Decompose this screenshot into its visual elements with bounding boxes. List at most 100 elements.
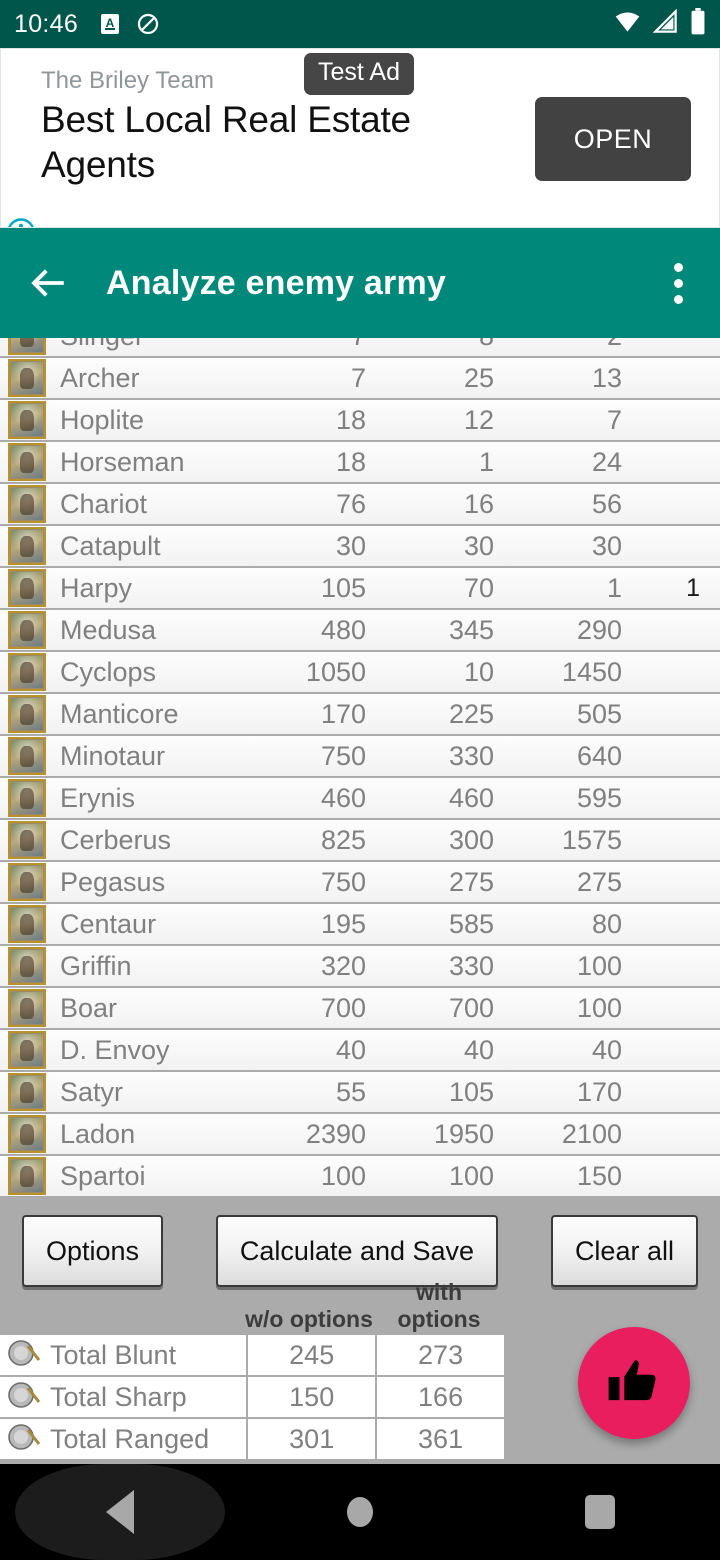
clear-all-button[interactable]: Clear all bbox=[550, 1215, 698, 1287]
table-row[interactable]: Harpy 105 70 1 1 bbox=[0, 568, 720, 610]
table-row[interactable]: D. Envoy 40 40 40 bbox=[0, 1030, 720, 1072]
unit-portrait-icon bbox=[8, 947, 46, 985]
unit-blunt-value: 76 bbox=[335, 488, 366, 519]
signal-icon bbox=[652, 8, 679, 40]
totals-row: Total Blunt 245 273 bbox=[0, 1335, 504, 1377]
action-button-bar: Options Calculate and Save Clear all bbox=[0, 1203, 720, 1299]
status-bar: 10:46 A bbox=[0, 0, 720, 48]
unit-name: Erynis bbox=[60, 782, 136, 813]
unit-sharp-value: 1950 bbox=[433, 1118, 494, 1149]
unit-blunt-value: 750 bbox=[320, 740, 366, 771]
unit-blunt-value: 480 bbox=[320, 614, 366, 645]
unit-sharp-value: 105 bbox=[448, 1076, 494, 1107]
unit-ranged-value: 40 bbox=[591, 1034, 622, 1065]
unit-blunt-value: 825 bbox=[320, 824, 366, 855]
unit-portrait-icon bbox=[8, 863, 46, 901]
unit-portrait-icon bbox=[8, 1157, 46, 1195]
unit-blunt-value: 750 bbox=[320, 866, 366, 897]
nav-recents-button[interactable] bbox=[495, 1464, 705, 1560]
unit-ranged-value: 2100 bbox=[561, 1118, 622, 1149]
unit-sharp-value: 70 bbox=[463, 572, 494, 603]
table-row[interactable]: Cerberus 825 300 1575 bbox=[0, 820, 720, 862]
unit-name: Pegasus bbox=[60, 866, 166, 897]
info-icon[interactable] bbox=[6, 217, 36, 227]
unit-portrait-icon bbox=[8, 359, 46, 397]
svg-text:A: A bbox=[106, 16, 115, 30]
unit-sharp-value: 300 bbox=[448, 824, 494, 855]
ad-text-block: The Briley Team Best Local Real Estate A… bbox=[1, 49, 521, 188]
unit-ranged-value: 150 bbox=[576, 1160, 622, 1191]
totals-wo-options-value: 245 bbox=[246, 1335, 375, 1375]
table-row[interactable]: Horseman 18 1 24 bbox=[0, 442, 720, 484]
unit-blunt-value: 18 bbox=[335, 446, 366, 477]
unit-table[interactable]: Slinger782Archer72513Hoplite18127Horsema… bbox=[0, 338, 720, 1203]
table-row[interactable]: Manticore 170 225 505 bbox=[0, 694, 720, 736]
unit-portrait-icon bbox=[8, 821, 46, 859]
unit-name: Minotaur bbox=[60, 740, 166, 771]
ad-banner[interactable]: The Briley Team Best Local Real Estate A… bbox=[0, 48, 720, 228]
table-row[interactable]: Pegasus 750 275 275 bbox=[0, 862, 720, 904]
table-row[interactable]: Centaur 195 585 80 bbox=[0, 904, 720, 946]
totals-label: Total Sharp bbox=[50, 1381, 187, 1412]
totals-with-options-value: 361 bbox=[375, 1419, 504, 1459]
unit-name: Harpy bbox=[60, 572, 133, 603]
unit-blunt-value: 170 bbox=[320, 698, 366, 729]
unit-sharp-value: 12 bbox=[463, 404, 494, 435]
unit-name: Catapult bbox=[60, 530, 161, 561]
unit-blunt-value: 7 bbox=[350, 362, 366, 393]
table-row[interactable]: Minotaur 750 330 640 bbox=[0, 736, 720, 778]
calculate-and-save-button[interactable]: Calculate and Save bbox=[215, 1215, 499, 1287]
table-row[interactable]: Hoplite 18 12 7 bbox=[0, 400, 720, 442]
totals-row: Total Sharp 150 166 bbox=[0, 1377, 504, 1419]
overflow-menu-icon[interactable] bbox=[660, 259, 696, 307]
options-button[interactable]: Options bbox=[22, 1215, 164, 1287]
unit-name: Horseman bbox=[60, 446, 185, 477]
unit-blunt-value: 55 bbox=[335, 1076, 366, 1107]
a-badge-icon: A bbox=[98, 12, 122, 36]
unit-blunt-value: 18 bbox=[335, 404, 366, 435]
table-row[interactable]: Erynis 460 460 595 bbox=[0, 778, 720, 820]
unit-name: Chariot bbox=[60, 488, 148, 519]
table-row[interactable]: Chariot 76 16 56 bbox=[0, 484, 720, 526]
unit-portrait-icon bbox=[8, 1031, 46, 1069]
unit-sharp-value: 40 bbox=[463, 1034, 494, 1065]
table-row[interactable]: Slinger782 bbox=[0, 338, 720, 358]
thumbs-up-fab[interactable] bbox=[578, 1327, 690, 1439]
do-not-disturb-icon bbox=[136, 12, 160, 36]
shield-mace-icon bbox=[6, 1337, 42, 1373]
table-row[interactable]: Medusa 480 345 290 bbox=[0, 610, 720, 652]
ad-open-button[interactable]: OPEN bbox=[535, 97, 691, 181]
totals-header-row: w/o options with options bbox=[0, 1279, 720, 1335]
unit-portrait-icon bbox=[8, 1115, 46, 1153]
nav-home-button[interactable] bbox=[255, 1464, 465, 1560]
table-row[interactable]: Cyclops 1050 10 1450 bbox=[0, 652, 720, 694]
unit-portrait-icon bbox=[8, 443, 46, 481]
unit-blunt-value: 700 bbox=[320, 992, 366, 1023]
table-row[interactable]: Boar 700 700 100 bbox=[0, 988, 720, 1030]
back-arrow-icon[interactable] bbox=[22, 257, 74, 309]
unit-name: Slinger bbox=[60, 338, 246, 352]
unit-name: Boar bbox=[60, 992, 118, 1023]
unit-ranged-value: 1450 bbox=[561, 656, 622, 687]
unit-count-input[interactable]: 1 bbox=[630, 574, 700, 603]
unit-portrait-icon bbox=[8, 779, 46, 817]
unit-ranged-value: 1 bbox=[606, 572, 622, 603]
unit-ranged-value: 170 bbox=[576, 1076, 622, 1107]
unit-ranged-value: 595 bbox=[576, 782, 622, 813]
table-row[interactable]: Archer 7 25 13 bbox=[0, 358, 720, 400]
unit-name: Archer bbox=[60, 362, 140, 393]
unit-name: Ladon bbox=[60, 1118, 136, 1149]
unit-portrait-icon bbox=[8, 569, 46, 607]
unit-table-rows: Slinger782Archer72513Hoplite18127Horsema… bbox=[0, 338, 720, 1198]
unit-name: Cerberus bbox=[60, 824, 172, 855]
unit-portrait-icon bbox=[8, 737, 46, 775]
table-row[interactable]: Catapult 30 30 30 bbox=[0, 526, 720, 568]
nav-back-button[interactable] bbox=[15, 1464, 225, 1560]
table-row[interactable]: Griffin 320 330 100 bbox=[0, 946, 720, 988]
back-triangle-icon bbox=[106, 1490, 134, 1534]
table-row[interactable]: Satyr 55 105 170 bbox=[0, 1072, 720, 1114]
table-row[interactable]: Spartoi 100 100 150 bbox=[0, 1156, 720, 1198]
unit-ranged-value: 13 bbox=[591, 362, 622, 393]
table-row[interactable]: Ladon 2390 1950 2100 bbox=[0, 1114, 720, 1156]
unit-portrait-icon bbox=[8, 1073, 46, 1111]
